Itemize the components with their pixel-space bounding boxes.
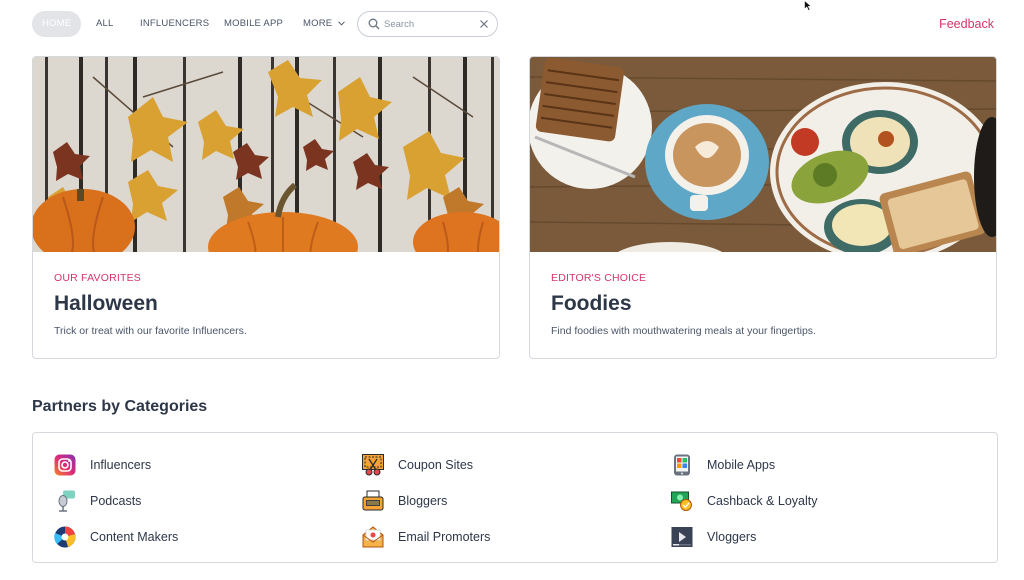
category-label: Cashback & Loyalty: [707, 494, 818, 508]
mouse-cursor-icon: [804, 0, 813, 11]
category-label: Coupon Sites: [398, 458, 474, 472]
category-podcasts[interactable]: Podcasts: [54, 489, 141, 513]
tab-more[interactable]: MORE: [303, 11, 346, 37]
microphone-icon: [58, 490, 75, 512]
feedback-link[interactable]: Feedback: [939, 17, 994, 31]
tab-influencers-label: INFLUENCERS: [140, 18, 210, 29]
card-title: Halloween: [54, 292, 158, 315]
video-player-icon: [671, 527, 693, 547]
tab-mobile-app[interactable]: MOBILE APP: [224, 11, 283, 37]
section-title: Partners by Categories: [32, 398, 208, 415]
content-maker-icon: [54, 526, 76, 548]
card-kicker: OUR FAVORITES: [54, 272, 141, 284]
category-content-makers[interactable]: Content Makers: [54, 525, 178, 549]
foodies-image: [530, 57, 996, 252]
category-vloggers[interactable]: Vloggers: [671, 525, 756, 549]
categories-panel: Influencers Coupon Sites Mobile Apps Pod…: [32, 432, 998, 563]
category-label: Influencers: [90, 458, 152, 472]
close-icon[interactable]: [479, 19, 489, 29]
category-bloggers[interactable]: Bloggers: [362, 489, 447, 513]
category-influencers[interactable]: Influencers: [54, 453, 151, 477]
scissors-coupon-icon: [362, 454, 384, 476]
category-label: Email Promoters: [398, 530, 491, 544]
card-kicker: EDITOR'S CHOICE: [551, 272, 647, 284]
category-mobile-apps[interactable]: Mobile Apps: [671, 453, 775, 477]
category-cashback-loyalty[interactable]: Cashback & Loyalty: [671, 489, 817, 513]
halloween-image: [33, 57, 499, 252]
foodies-card[interactable]: EDITOR'S CHOICE Foodies Find foodies wit…: [529, 56, 997, 359]
card-description: Trick or treat with our favorite Influen…: [54, 325, 247, 337]
foodies-card-body: EDITOR'S CHOICE Foodies Find foodies wit…: [551, 272, 976, 337]
tab-home-label: HOME: [42, 18, 72, 29]
category-label: Content Makers: [90, 530, 179, 544]
tab-all[interactable]: ALL: [96, 11, 114, 37]
envelope-icon: [362, 526, 384, 548]
halloween-card-body: OUR FAVORITES Halloween Trick or treat w…: [54, 272, 479, 337]
mobile-apps-icon: [674, 454, 690, 476]
tab-more-label: MORE: [303, 18, 333, 29]
halloween-card[interactable]: OUR FAVORITES Halloween Trick or treat w…: [32, 56, 500, 359]
category-label: Mobile Apps: [707, 458, 776, 472]
top-nav: HOME ALL INFLUENCERS MOBILE APP MORE Fee…: [32, 11, 994, 37]
category-label: Podcasts: [90, 494, 142, 508]
card-description: Find foodies with mouthwatering meals at…: [551, 325, 816, 337]
card-title: Foodies: [551, 292, 632, 315]
tab-all-label: ALL: [96, 18, 114, 29]
tab-home[interactable]: HOME: [32, 11, 82, 37]
tab-influencers[interactable]: INFLUENCERS: [140, 11, 209, 37]
cashback-icon: [671, 491, 692, 511]
search-box: [357, 11, 498, 37]
category-label: Bloggers: [398, 494, 448, 508]
instagram-icon: [54, 454, 76, 476]
category-email-promoters[interactable]: Email Promoters: [362, 525, 490, 549]
category-label: Vloggers: [707, 530, 757, 544]
tab-mobile-app-label: MOBILE APP: [224, 18, 284, 29]
category-coupon-sites[interactable]: Coupon Sites: [362, 453, 473, 477]
chevron-down-icon: [338, 21, 346, 26]
typewriter-icon: [362, 490, 384, 511]
search-input[interactable]: [384, 16, 476, 33]
search-icon: [368, 18, 380, 30]
